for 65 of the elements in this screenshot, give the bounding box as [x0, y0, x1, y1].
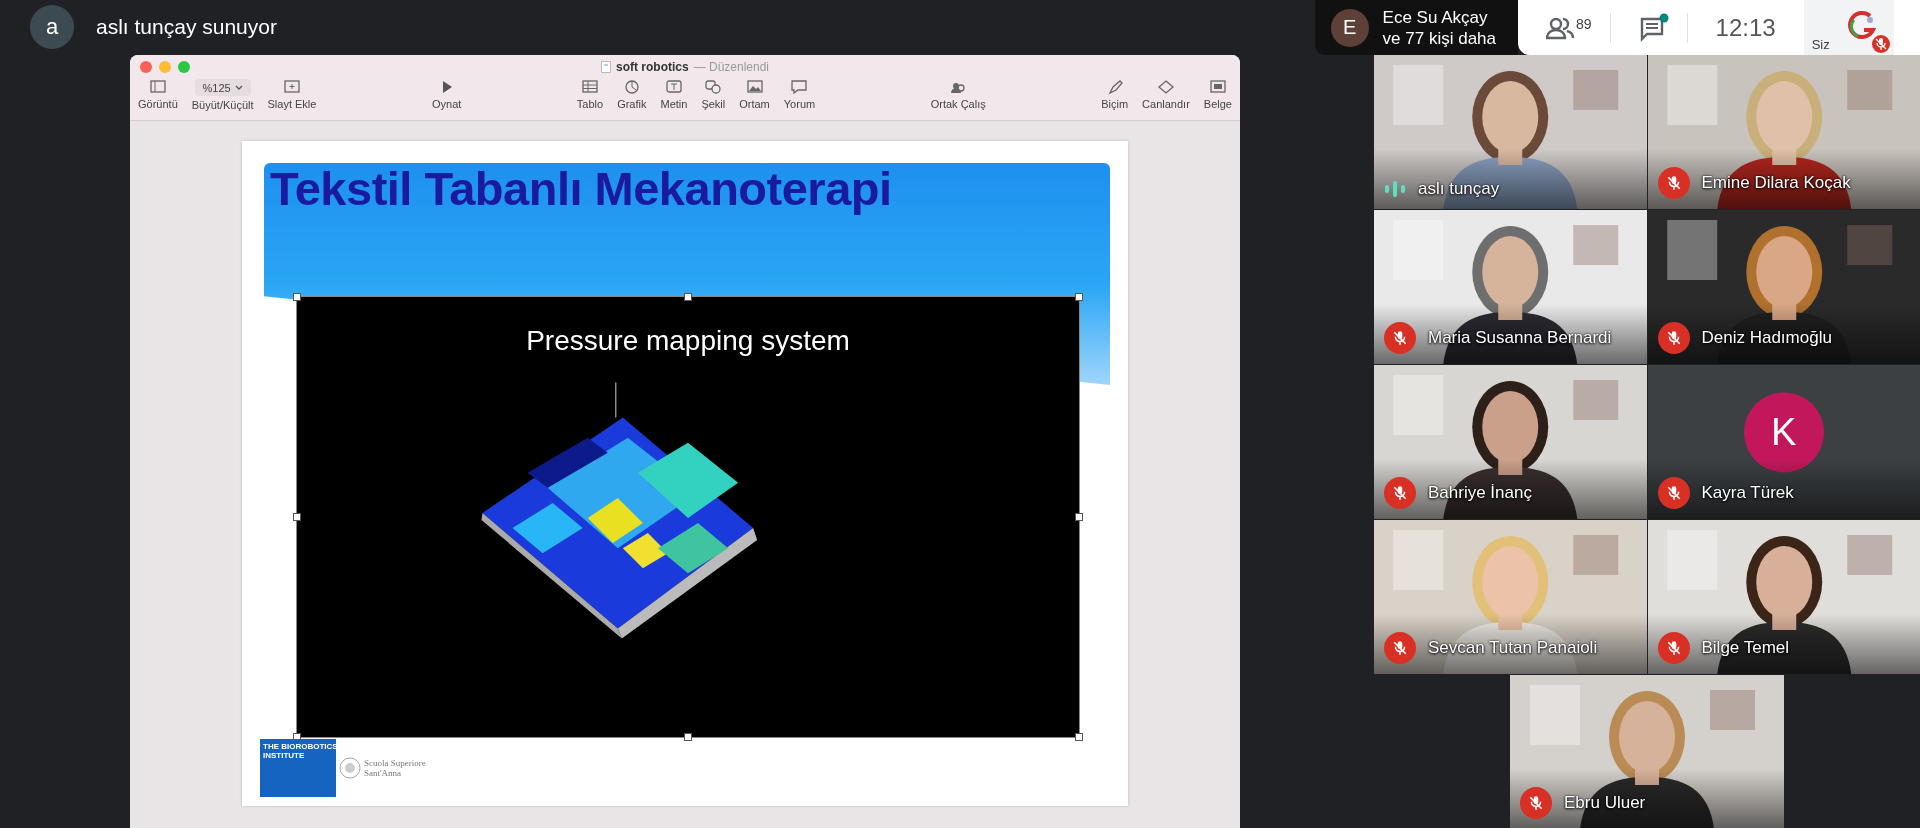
slide-media[interactable]: Pressure mapping system — [296, 296, 1080, 738]
resize-handle[interactable] — [293, 513, 301, 521]
participant-tile[interactable]: Deniz Hadımoğlu — [1647, 210, 1920, 364]
close-button[interactable] — [140, 61, 152, 73]
caret-icon — [234, 84, 243, 91]
diamond-icon — [1156, 79, 1175, 95]
people-chip[interactable]: E Ece Su Akçay ve 77 kişi daha — [1314, 0, 1518, 55]
participants-count: 89 — [1576, 15, 1592, 32]
toolbar-button[interactable]: Ortam — [739, 79, 770, 116]
toolbar-button[interactable]: Metin — [660, 79, 688, 116]
toolbar-button[interactable]: Şekil — [701, 79, 726, 116]
participant-tile[interactable]: Bahriye İnanç — [1374, 365, 1647, 519]
resize-handle[interactable] — [1075, 513, 1083, 521]
sidebar-icon — [148, 79, 167, 95]
resize-handle[interactable] — [1075, 293, 1083, 301]
participant-name: Emine Dilara Koçak — [1701, 173, 1851, 193]
seal-icon — [339, 757, 361, 779]
image-icon — [745, 79, 764, 95]
toolbar-button[interactable]: Grafik — [617, 79, 647, 116]
participant-avatar: E — [1330, 8, 1369, 47]
profile-logo-icon — [1845, 10, 1878, 42]
comment-icon — [790, 79, 809, 95]
table-icon — [580, 79, 599, 95]
text-box-icon — [664, 79, 683, 95]
zoom-dropdown[interactable]: %125 Büyüt/Küçült — [191, 79, 254, 116]
resize-handle[interactable] — [684, 293, 692, 301]
people-icon — [1546, 15, 1576, 40]
media-title: Pressure mapping system — [526, 325, 850, 357]
clock-time: 12:13 — [1714, 13, 1777, 42]
plus-square-icon — [282, 79, 301, 95]
presenter-label: aslı tunçay sunuyor — [96, 15, 277, 39]
participant-name: Sevcan Tutan Panaioli — [1428, 638, 1598, 658]
participant-tile[interactable]: aslı tunçay — [1374, 55, 1647, 209]
resize-handle[interactable] — [293, 293, 301, 301]
participant-tile[interactable]: K Kayra Türek — [1647, 365, 1920, 519]
presenter-avatar: a — [30, 5, 74, 49]
resize-handle[interactable] — [684, 733, 692, 741]
resize-handle[interactable] — [1075, 733, 1083, 741]
participant-name: Kayra Türek — [1701, 483, 1794, 503]
chart-icon — [622, 79, 641, 95]
toolbar-button[interactable]: Slayt Ekle — [267, 79, 317, 116]
toolbar-button[interactable]: Görüntü — [138, 79, 178, 116]
toolbar-button[interactable]: Belge — [1203, 79, 1232, 116]
participant-name: aslı tunçay — [1418, 179, 1500, 199]
chat-icon — [1638, 12, 1669, 43]
document-status: — Düzenlendi — [693, 60, 769, 74]
toolbar-button[interactable]: Oynat — [431, 79, 462, 116]
panel-icon — [1208, 79, 1227, 95]
school-name: Scuola Superiore Sant'Anna — [364, 758, 426, 778]
document-icon — [600, 61, 611, 73]
toolbar-button[interactable]: Ortak Çalış — [930, 79, 986, 116]
window-title: soft robotics — [615, 60, 689, 74]
toolbar-button[interactable]: Canlandır — [1142, 79, 1190, 116]
participant-name: Deniz Hadımoğlu — [1701, 328, 1832, 348]
self-label: Siz — [1811, 37, 1830, 52]
toolbar-button[interactable]: Yorum — [783, 79, 816, 116]
people-button[interactable]: 89 — [1518, 15, 1610, 40]
others-count: ve 77 kişi daha — [1382, 27, 1496, 49]
toolbar-button[interactable]: Biçim — [1101, 79, 1129, 116]
participant-avatar: K — [1743, 392, 1824, 473]
participant-name: Ece Su Akçay — [1382, 6, 1489, 28]
toolbar-button[interactable]: Tablo — [576, 79, 604, 116]
slide-title: Tekstil Tabanlı Mekanoterapi — [269, 163, 893, 215]
participant-name: Bahriye İnanç — [1428, 483, 1532, 503]
participant-tile[interactable]: Emine Dilara Koçak — [1647, 55, 1920, 209]
